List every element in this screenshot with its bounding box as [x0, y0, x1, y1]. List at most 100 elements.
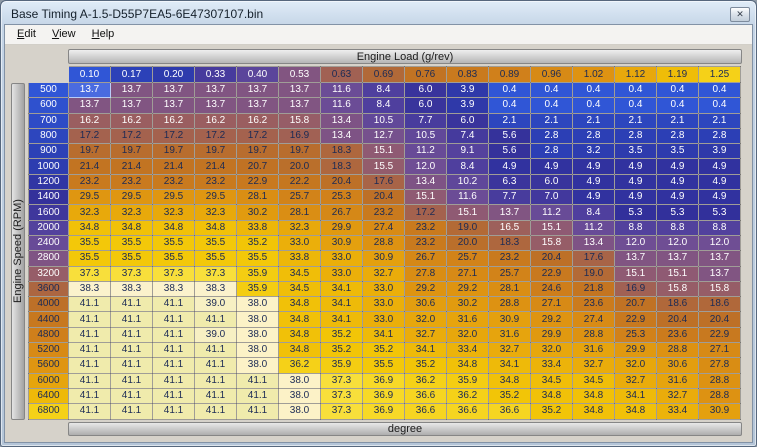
- map-cell[interactable]: 41.1: [68, 342, 111, 359]
- col-header-load[interactable]: 0.83: [446, 66, 489, 83]
- map-cell[interactable]: 36.6: [446, 403, 489, 420]
- map-cell[interactable]: 22.9: [614, 311, 657, 328]
- map-cell[interactable]: 32.3: [194, 204, 237, 221]
- map-cell[interactable]: 31.6: [446, 311, 489, 328]
- map-cell[interactable]: 38.0: [278, 403, 321, 420]
- row-header-rpm[interactable]: 1400: [28, 189, 69, 206]
- map-cell[interactable]: 36.9: [362, 372, 405, 389]
- map-cell[interactable]: 15.1: [614, 265, 657, 282]
- col-header-load[interactable]: 1.19: [656, 66, 699, 83]
- map-cell[interactable]: 34.8: [68, 219, 111, 236]
- map-cell[interactable]: 30.6: [656, 357, 699, 374]
- map-cell[interactable]: 15.8: [656, 280, 699, 298]
- map-cell[interactable]: 15.1: [446, 204, 489, 221]
- map-cell[interactable]: 22.9: [530, 265, 573, 282]
- map-cell[interactable]: 34.5: [278, 280, 321, 298]
- map-cell[interactable]: 16.5: [488, 219, 531, 236]
- map-cell[interactable]: 32.7: [614, 372, 657, 389]
- row-header-rpm[interactable]: 1000: [28, 158, 69, 175]
- map-cell[interactable]: 10.5: [362, 112, 405, 129]
- row-header-rpm[interactable]: 600: [28, 97, 69, 114]
- map-cell[interactable]: 33.0: [278, 234, 321, 252]
- map-cell[interactable]: 29.2: [404, 280, 447, 298]
- map-cell[interactable]: 32.0: [446, 326, 489, 344]
- map-cell[interactable]: 36.9: [362, 403, 405, 420]
- map-cell[interactable]: 41.1: [236, 372, 279, 389]
- map-cell[interactable]: 35.5: [68, 234, 111, 252]
- map-cell[interactable]: 34.1: [404, 342, 447, 359]
- map-cell[interactable]: 34.5: [530, 372, 573, 389]
- map-cell[interactable]: 7.7: [404, 112, 447, 129]
- map-cell[interactable]: 34.8: [278, 342, 321, 359]
- map-cell[interactable]: 20.7: [236, 158, 279, 175]
- map-cell[interactable]: 19.7: [68, 143, 111, 160]
- map-cell[interactable]: 24.6: [530, 280, 573, 298]
- map-cell[interactable]: 34.8: [530, 387, 573, 405]
- map-cell[interactable]: 38.0: [236, 296, 279, 313]
- map-cell[interactable]: 2.1: [530, 112, 573, 129]
- map-cell[interactable]: 25.3: [614, 326, 657, 344]
- map-cell[interactable]: 41.1: [68, 372, 111, 389]
- map-cell[interactable]: 5.3: [656, 204, 699, 221]
- map-cell[interactable]: 27.1: [530, 296, 573, 313]
- map-cell[interactable]: 34.8: [572, 403, 615, 420]
- col-header-load[interactable]: 0.76: [404, 66, 447, 83]
- map-cell[interactable]: 30.9: [320, 234, 363, 252]
- map-cell[interactable]: 13.7: [488, 204, 531, 221]
- row-header-rpm[interactable]: 6400: [28, 387, 69, 405]
- map-cell[interactable]: 20.0: [278, 158, 321, 175]
- map-cell[interactable]: 41.1: [194, 342, 237, 359]
- map-cell[interactable]: 23.2: [152, 173, 195, 191]
- map-cell[interactable]: 21.8: [572, 280, 615, 298]
- map-cell[interactable]: 4.9: [530, 158, 573, 175]
- map-cell[interactable]: 41.1: [110, 357, 153, 374]
- map-cell[interactable]: 2.8: [572, 127, 615, 145]
- map-cell[interactable]: 35.2: [530, 403, 573, 420]
- map-cell[interactable]: 20.7: [614, 296, 657, 313]
- map-cell[interactable]: 11.6: [320, 97, 363, 114]
- map-cell[interactable]: 35.2: [236, 234, 279, 252]
- map-cell[interactable]: 34.1: [320, 280, 363, 298]
- map-cell[interactable]: 38.3: [194, 280, 237, 298]
- map-cell[interactable]: 11.2: [572, 219, 615, 236]
- map-cell[interactable]: 33.0: [320, 265, 363, 282]
- row-header-rpm[interactable]: 2400: [28, 234, 69, 252]
- map-cell[interactable]: 20.4: [320, 173, 363, 191]
- map-cell[interactable]: 35.5: [152, 234, 195, 252]
- map-cell[interactable]: 0.4: [572, 97, 615, 114]
- map-cell[interactable]: 17.2: [68, 127, 111, 145]
- map-cell[interactable]: 31.6: [488, 326, 531, 344]
- map-cell[interactable]: 16.9: [278, 127, 321, 145]
- map-cell[interactable]: 41.1: [152, 296, 195, 313]
- close-button[interactable]: ✕: [730, 6, 750, 22]
- row-header-rpm[interactable]: 3200: [28, 265, 69, 282]
- col-header-load[interactable]: 0.63: [320, 66, 363, 83]
- map-cell[interactable]: 3.2: [572, 143, 615, 160]
- map-cell[interactable]: 32.7: [656, 387, 699, 405]
- map-cell[interactable]: 7.4: [446, 127, 489, 145]
- map-cell[interactable]: 2.8: [530, 143, 573, 160]
- map-cell[interactable]: 30.6: [404, 296, 447, 313]
- map-cell[interactable]: 13.7: [152, 97, 195, 114]
- map-cell[interactable]: 30.2: [446, 296, 489, 313]
- map-cell[interactable]: 34.8: [194, 219, 237, 236]
- map-cell[interactable]: 6.0: [530, 173, 573, 191]
- map-cell[interactable]: 8.8: [656, 219, 699, 236]
- map-cell[interactable]: 33.8: [278, 250, 321, 267]
- map-cell[interactable]: 6.0: [404, 81, 447, 99]
- map-cell[interactable]: 0.4: [614, 81, 657, 99]
- map-cell[interactable]: 41.1: [152, 342, 195, 359]
- map-cell[interactable]: 23.2: [110, 173, 153, 191]
- map-cell[interactable]: 2.1: [656, 112, 699, 129]
- map-cell[interactable]: 38.0: [236, 342, 279, 359]
- map-cell[interactable]: 5.3: [698, 204, 741, 221]
- col-header-load[interactable]: 0.10: [68, 66, 111, 83]
- map-cell[interactable]: 17.6: [362, 173, 405, 191]
- map-cell[interactable]: 21.4: [110, 158, 153, 175]
- map-cell[interactable]: 28.8: [656, 342, 699, 359]
- map-cell[interactable]: 13.7: [110, 81, 153, 99]
- map-cell[interactable]: 32.7: [488, 342, 531, 359]
- row-header-rpm[interactable]: 6000: [28, 372, 69, 389]
- row-header-rpm[interactable]: 800: [28, 127, 69, 145]
- map-cell[interactable]: 34.5: [572, 372, 615, 389]
